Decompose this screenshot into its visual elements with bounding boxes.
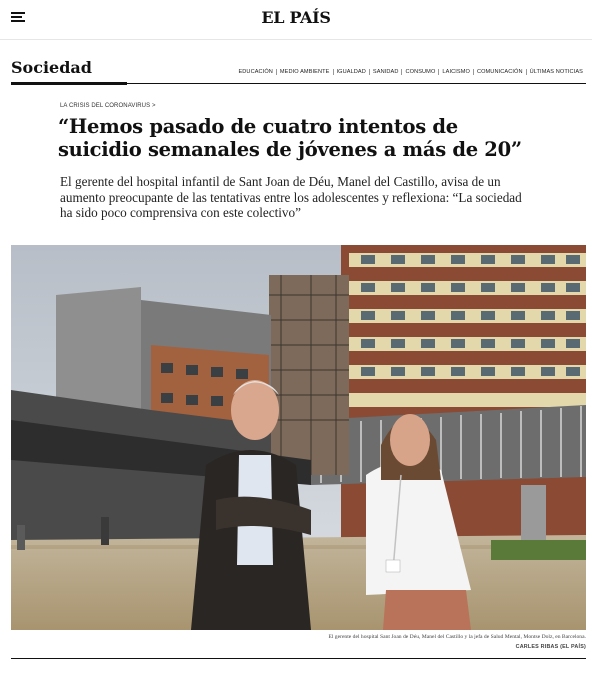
article-headline: “Hemos pasado de cuatro intentos de suic… <box>58 115 522 161</box>
nav-link-ultimas-noticias[interactable]: ÚLTIMAS NOTICIAS <box>525 69 586 75</box>
article-subhead: El gerente del hospital infantil de Sant… <box>60 174 522 220</box>
section-underline <box>11 82 127 85</box>
site-logo[interactable]: EL PAÍS <box>0 8 592 27</box>
nav-link-medio-ambiente[interactable]: MEDIO AMBIENTE <box>275 69 333 75</box>
section-bar: Sociedad EDUCACIÓN MEDIO AMBIENTE IGUALD… <box>11 50 586 85</box>
article-kicker[interactable]: LA CRISIS DEL CORONAVIRUS > <box>60 103 156 109</box>
nav-link-igualdad[interactable]: IGUALDAD <box>332 69 369 75</box>
nav-link-consumo[interactable]: CONSUMO <box>401 69 438 75</box>
article-photo <box>11 245 586 630</box>
section-nav: EDUCACIÓN MEDIO AMBIENTE IGUALDAD SANIDA… <box>235 69 586 75</box>
photo-credit: CARLES RIBAS (EL PAÍS) <box>515 644 586 650</box>
nav-link-educacion[interactable]: EDUCACIÓN <box>235 69 275 75</box>
section-title[interactable]: Sociedad <box>11 58 92 77</box>
nav-link-sanidad[interactable]: SANIDAD <box>368 69 402 75</box>
photo-caption: El gerente del hospital Sant Joan de Déu… <box>328 634 586 640</box>
nav-link-laicismo[interactable]: LAICISMO <box>438 69 473 75</box>
nav-link-comunicacion[interactable]: COMUNICACIÓN <box>472 69 526 75</box>
top-bar: EL PAÍS <box>0 0 592 40</box>
bottom-divider <box>11 658 586 659</box>
